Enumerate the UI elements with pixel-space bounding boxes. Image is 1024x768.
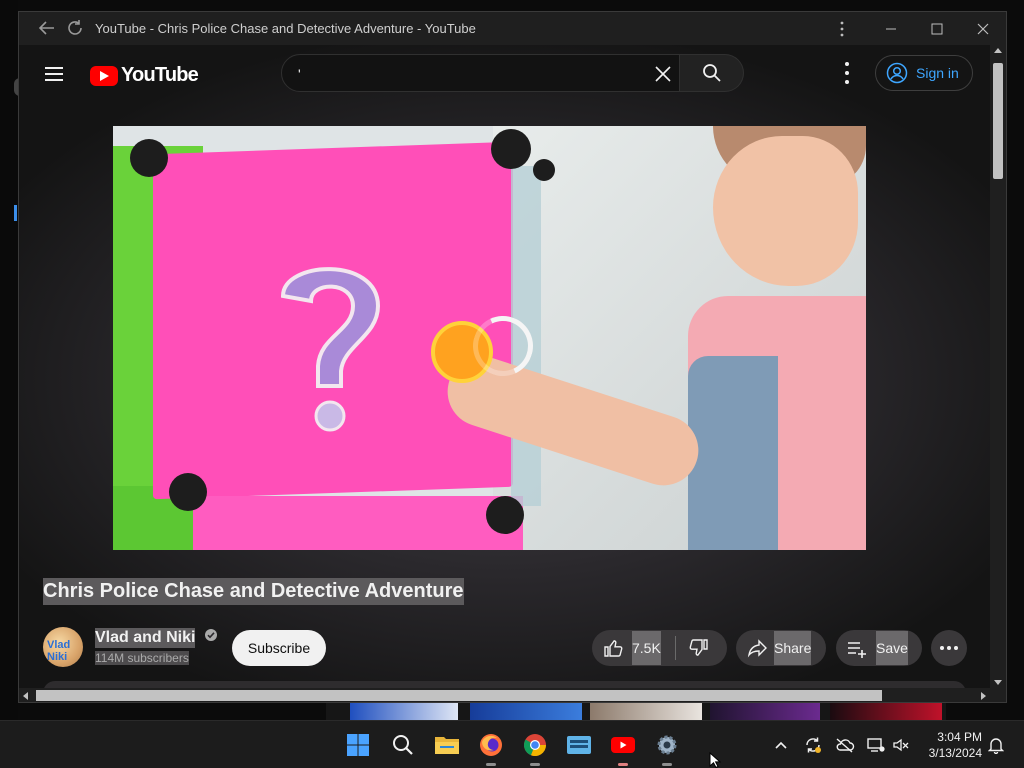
description-box[interactable]: [43, 681, 966, 688]
network-icon[interactable]: [866, 735, 886, 755]
page-content: YouTube Sign in: [19, 45, 990, 688]
like-dislike-group: 7.5K: [592, 630, 727, 666]
video-title: Chris Police Chase and Detective Adventu…: [43, 578, 464, 605]
folder-icon: [435, 737, 459, 754]
window-title: YouTube - Chris Police Chase and Detecti…: [95, 21, 476, 36]
windows-logo-icon: [347, 734, 369, 756]
share-arrow-icon: [747, 639, 767, 658]
youtube-play-icon: [90, 65, 118, 86]
scroll-up-arrow-icon[interactable]: [994, 48, 1002, 53]
channel-avatar[interactable]: Vlad Niki: [43, 627, 83, 667]
save-label: Save: [876, 631, 908, 665]
dislike-button[interactable]: [688, 637, 710, 659]
account-icon: [886, 62, 908, 84]
sync-icon[interactable]: [803, 735, 823, 755]
settings-menu-button[interactable]: [841, 62, 853, 84]
like-count: 7.5K: [632, 631, 661, 665]
add-to-playlist-icon: [848, 642, 866, 658]
firefox-icon: [480, 734, 502, 756]
subscribe-button[interactable]: Subscribe: [232, 630, 326, 666]
subscriber-count: 114M subscribers: [95, 651, 189, 665]
logo-text: YouTube: [121, 64, 199, 86]
background-thumbnail-strip: [326, 703, 946, 720]
horizontal-scroll-thumb[interactable]: [36, 690, 882, 701]
desktop-accent-mark: [14, 205, 17, 221]
channel-info: Vlad and Niki 114M subscribers: [95, 628, 218, 667]
keyboard-app-button[interactable]: [563, 729, 595, 761]
search-icon: [702, 64, 721, 82]
scroll-down-arrow-icon[interactable]: [994, 680, 1002, 685]
chrome-icon: [523, 734, 547, 757]
save-button[interactable]: Save: [836, 630, 922, 666]
chrome-button[interactable]: [519, 729, 551, 766]
minimize-button[interactable]: [876, 16, 906, 42]
sign-in-label: Sign in: [916, 65, 959, 81]
back-arrow-icon[interactable]: [37, 18, 57, 38]
browser-window: YouTube - Chris Police Chase and Detecti…: [18, 11, 1007, 703]
more-actions-button[interactable]: [931, 630, 967, 666]
scroll-right-arrow-icon[interactable]: [981, 692, 986, 700]
mouse-pointer-icon: [709, 752, 722, 768]
like-button[interactable]: [602, 637, 624, 659]
horizontal-scrollbar[interactable]: [19, 688, 990, 702]
search-button[interactable]: [680, 54, 744, 92]
vertical-scroll-thumb[interactable]: [993, 63, 1003, 179]
notification-bell-icon[interactable]: [986, 735, 1006, 755]
settings-button[interactable]: [651, 729, 683, 766]
search-box: [281, 54, 680, 92]
gear-icon: [657, 735, 677, 755]
volume-muted-icon[interactable]: [891, 735, 911, 755]
system-clock[interactable]: 3:04 PM 3/13/2024: [920, 729, 982, 761]
scroll-left-arrow-icon[interactable]: [23, 692, 28, 700]
thumbs-up-icon: [604, 640, 623, 657]
show-hidden-icons-chevron-icon[interactable]: [771, 735, 791, 755]
file-explorer-button[interactable]: [431, 729, 463, 761]
channel-name[interactable]: Vlad and Niki: [95, 628, 196, 648]
taskbar: 3:04 PM 3/13/2024: [0, 720, 1024, 768]
reload-icon[interactable]: [65, 18, 85, 38]
avatar-logo-text: Vlad Niki: [47, 639, 71, 663]
question-mark-graphic: [280, 267, 381, 432]
thumbs-down-icon: [689, 639, 708, 656]
search-icon: [393, 735, 413, 755]
taskbar-search-button[interactable]: [387, 729, 419, 761]
video-player[interactable]: [113, 126, 866, 550]
keyboard-icon: [567, 736, 591, 754]
menu-icon[interactable]: [45, 67, 63, 81]
share-button[interactable]: Share: [736, 630, 826, 666]
sign-in-button[interactable]: Sign in: [875, 55, 973, 91]
clock-time: 3:04 PM: [937, 730, 982, 744]
youtube-icon: [611, 737, 635, 753]
clock-date: 3/13/2024: [928, 746, 982, 760]
youtube-logo[interactable]: YouTube: [90, 64, 199, 87]
search-input[interactable]: [296, 63, 640, 85]
desktop-edge: [0, 0, 20, 720]
firefox-button[interactable]: [475, 729, 507, 766]
vertical-scrollbar[interactable]: [990, 45, 1006, 688]
window-menu-button[interactable]: [827, 16, 857, 42]
close-button[interactable]: [968, 16, 998, 42]
maximize-button[interactable]: [922, 16, 952, 42]
share-label: Share: [774, 631, 812, 665]
cloud-offline-icon[interactable]: [835, 735, 855, 755]
verified-badge-icon: [204, 628, 218, 647]
title-bar: YouTube - Chris Police Chase and Detecti…: [19, 12, 1006, 45]
windows-start-button[interactable]: [342, 729, 374, 761]
youtube-app-button[interactable]: [607, 729, 639, 766]
clear-search-icon[interactable]: [653, 64, 673, 84]
